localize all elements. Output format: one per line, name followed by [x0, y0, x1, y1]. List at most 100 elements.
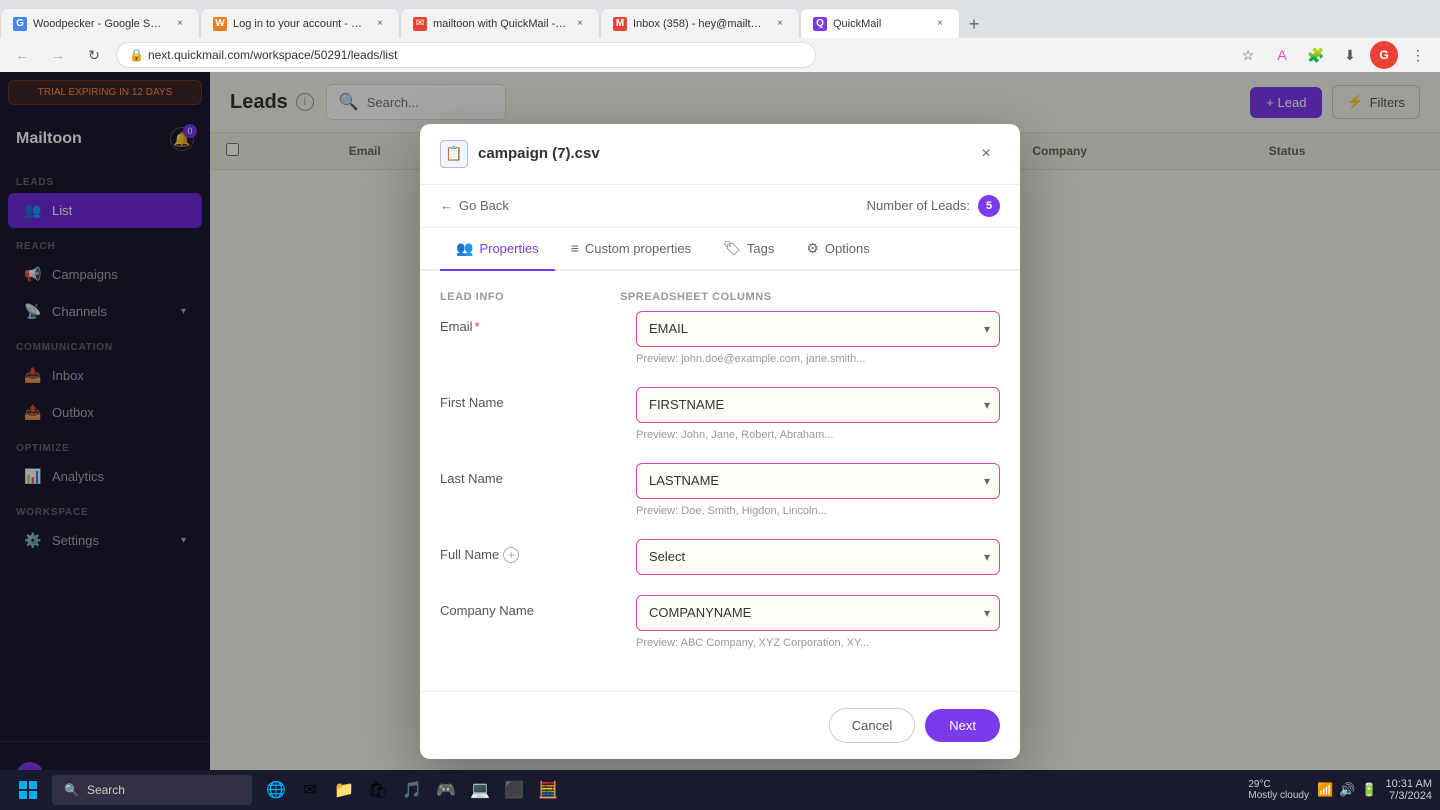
modal-body: Lead Info Spreadsheet columns Email EMAI…: [420, 271, 1020, 691]
properties-icon: 👥: [456, 240, 473, 257]
taskbar-app-game[interactable]: 🎮: [430, 774, 462, 806]
browser-tab-4[interactable]: M Inbox (358) - hey@mailtoon.io ×: [600, 8, 800, 38]
tab-title-5: QuickMail: [833, 18, 927, 30]
modal-header: 📋 campaign (7).csv ×: [420, 124, 1020, 185]
volume-icon[interactable]: 🔊: [1339, 782, 1355, 798]
tab-title-1: Woodpecker - Google Search: [33, 18, 167, 30]
full-name-text: Full Name: [440, 547, 499, 562]
browser-tab-2[interactable]: W Log in to your account - Wood... ×: [200, 8, 400, 38]
tab-bar: G Woodpecker - Google Search × W Log in …: [0, 0, 1440, 38]
menu-icon[interactable]: ⋮: [1404, 41, 1432, 69]
go-back-button[interactable]: ← Go Back: [440, 198, 509, 213]
new-tab-button[interactable]: +: [960, 10, 988, 38]
address-bar[interactable]: 🔒 next.quickmail.com/workspace/50291/lea…: [116, 42, 816, 68]
leads-count-badge: 5: [978, 195, 1000, 217]
import-modal: 📋 campaign (7).csv × ← Go Back Number of…: [420, 124, 1020, 759]
options-icon: ⚙: [806, 240, 819, 257]
modal-footer: Cancel Next: [420, 691, 1020, 759]
modal-overlay[interactable]: 📋 campaign (7).csv × ← Go Back Number of…: [0, 72, 1440, 810]
last-name-label: Last Name: [440, 463, 620, 486]
taskbar-app-store[interactable]: 🛍: [362, 774, 394, 806]
last-name-value: Select FIRSTNAME LASTNAME EMAIL COMPANYN…: [636, 463, 1000, 519]
taskbar-app-chrome[interactable]: 🌐: [260, 774, 292, 806]
taskbar-search-text: Search: [87, 783, 125, 797]
first-name-select[interactable]: Select FIRSTNAME LASTNAME EMAIL COMPANYN…: [636, 387, 1000, 423]
tab-custom-properties[interactable]: ≡ Custom properties: [555, 228, 707, 271]
modal-tabs: 👥 Properties ≡ Custom properties 🏷 Tags …: [420, 228, 1020, 271]
tab-favicon-3: ✉: [413, 17, 427, 31]
taskbar-app-terminal[interactable]: ⬛: [498, 774, 530, 806]
lead-info-header: Lead Info: [440, 291, 620, 303]
full-name-plus-icon[interactable]: +: [503, 547, 519, 563]
taskbar-right: 29°C Mostly cloudy 📶 🔊 🔋 10:31 AM 7/3/20…: [1248, 778, 1432, 802]
file-icon: 📋: [440, 140, 468, 168]
taskbar-app-explorer[interactable]: 📁: [328, 774, 360, 806]
tab-close-3[interactable]: ×: [573, 17, 587, 31]
full-name-value: Select FIRSTNAME LASTNAME EMAIL COMPANYN…: [636, 539, 1000, 575]
company-name-select[interactable]: Select FIRSTNAME LASTNAME EMAIL COMPANYN…: [636, 595, 1000, 631]
back-button[interactable]: ←: [8, 41, 36, 69]
taskbar-app-mail[interactable]: ✉: [294, 774, 326, 806]
battery-icon[interactable]: 🔋: [1361, 782, 1377, 798]
cancel-button[interactable]: Cancel: [829, 708, 915, 743]
profile-icon[interactable]: G: [1370, 41, 1398, 69]
first-name-select-wrapper: Select FIRSTNAME LASTNAME EMAIL COMPANYN…: [636, 387, 1000, 423]
tab-title-3: mailtoon with QuickMail - Goo...: [433, 18, 567, 30]
tab-favicon-2: W: [213, 17, 227, 31]
wifi-icon[interactable]: 📶: [1317, 782, 1333, 798]
download-icon[interactable]: ⬇: [1336, 41, 1364, 69]
email-value: EMAIL FIRSTNAME LASTNAME COMPANYNAME ▾ P…: [636, 311, 1000, 367]
browser-tab-1[interactable]: G Woodpecker - Google Search ×: [0, 8, 200, 38]
tab-title-4: Inbox (358) - hey@mailtoon.io: [633, 18, 767, 30]
extension-icon[interactable]: 🧩: [1302, 41, 1330, 69]
tab-favicon-5: Q: [813, 17, 827, 31]
last-name-select[interactable]: Select FIRSTNAME LASTNAME EMAIL COMPANYN…: [636, 463, 1000, 499]
back-arrow-icon: ←: [440, 198, 453, 213]
taskbar-search-bar[interactable]: 🔍 Search: [52, 775, 252, 805]
bookmark-icon[interactable]: ☆: [1234, 41, 1262, 69]
tab-title-2: Log in to your account - Wood...: [233, 18, 367, 30]
tab-options[interactable]: ⚙ Options: [790, 228, 885, 271]
tab-properties[interactable]: 👥 Properties: [440, 228, 555, 271]
tab-close-1[interactable]: ×: [173, 17, 187, 31]
next-button[interactable]: Next: [925, 709, 1000, 742]
date-display: 7/3/2024: [1386, 790, 1432, 802]
tab-close-4[interactable]: ×: [773, 17, 787, 31]
tags-icon: 🏷: [723, 240, 741, 257]
full-name-label: Full Name +: [440, 539, 620, 563]
first-name-field-row: First Name Select FIRSTNAME LASTNAME EMA…: [440, 387, 1000, 443]
start-button[interactable]: [8, 774, 48, 806]
email-field-row: Email EMAIL FIRSTNAME LASTNAME COMPANYNA…: [440, 311, 1000, 367]
taskbar-app-music[interactable]: 🎵: [396, 774, 428, 806]
leads-count-label: Number of Leads:: [867, 198, 970, 213]
browser-tab-5[interactable]: Q QuickMail ×: [800, 8, 960, 38]
toolbar-icons: ☆ A 🧩 ⬇ G ⋮: [1234, 41, 1432, 69]
email-select[interactable]: EMAIL FIRSTNAME LASTNAME COMPANYNAME: [636, 311, 1000, 347]
taskbar-app-calc[interactable]: 🧮: [532, 774, 564, 806]
tab-close-5[interactable]: ×: [933, 17, 947, 31]
adblocker-icon[interactable]: A: [1268, 41, 1296, 69]
tab-favicon-1: G: [13, 17, 27, 31]
company-name-preview: Preview: ABC Company, XYZ Corporation, X…: [636, 635, 1000, 651]
email-label: Email: [440, 311, 620, 334]
address-bar-row: ← → ↻ 🔒 next.quickmail.com/workspace/502…: [0, 38, 1440, 72]
reload-button[interactable]: ↻: [80, 41, 108, 69]
weather-desc: Mostly cloudy: [1248, 790, 1309, 801]
tab-close-2[interactable]: ×: [373, 17, 387, 31]
taskbar-app-vscode[interactable]: 💻: [464, 774, 496, 806]
company-name-value: Select FIRSTNAME LASTNAME EMAIL COMPANYN…: [636, 595, 1000, 651]
forward-button[interactable]: →: [44, 41, 72, 69]
first-name-value: Select FIRSTNAME LASTNAME EMAIL COMPANYN…: [636, 387, 1000, 443]
custom-properties-icon: ≡: [571, 240, 579, 256]
modal-close-button[interactable]: ×: [972, 140, 1000, 168]
full-name-label-container: Full Name +: [440, 547, 620, 563]
browser-tab-3[interactable]: ✉ mailtoon with QuickMail - Goo... ×: [400, 8, 600, 38]
tab-tags[interactable]: 🏷 Tags: [707, 228, 790, 271]
taskbar-time: 10:31 AM 7/3/2024: [1386, 778, 1432, 802]
tab-favicon-4: M: [613, 17, 627, 31]
spreadsheet-columns-header: Spreadsheet columns: [620, 291, 1000, 303]
tab-custom-properties-label: Custom properties: [585, 241, 691, 256]
full-name-select[interactable]: Select FIRSTNAME LASTNAME EMAIL COMPANYN…: [636, 539, 1000, 575]
browser-chrome: G Woodpecker - Google Search × W Log in …: [0, 0, 1440, 72]
tab-properties-label: Properties: [479, 241, 538, 256]
